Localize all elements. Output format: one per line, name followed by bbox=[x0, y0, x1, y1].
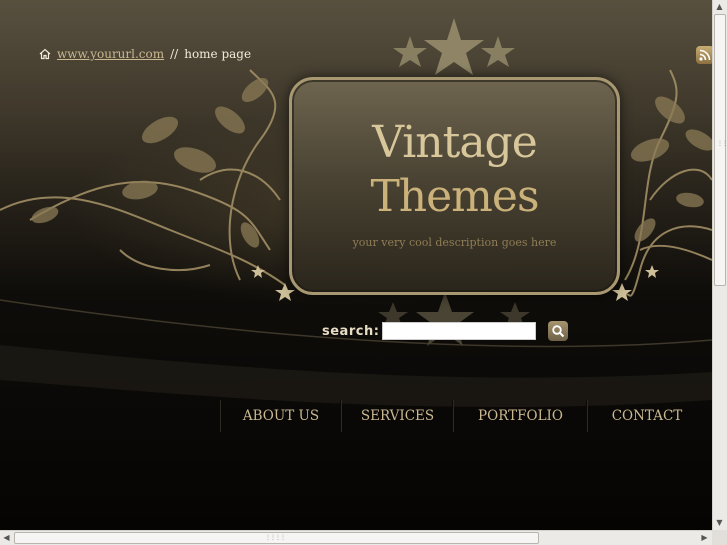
breadcrumb-current: home page bbox=[184, 47, 252, 61]
horizontal-scroll-thumb[interactable]: ⋮⋮⋮⋮ bbox=[14, 532, 539, 544]
site-title-line2: Themes bbox=[370, 171, 539, 222]
nav-contact[interactable]: CONTACT bbox=[587, 400, 706, 432]
home-icon[interactable] bbox=[39, 48, 51, 60]
site-tagline: your very cool description goes here bbox=[352, 236, 557, 249]
scroll-up-icon[interactable]: ▲ bbox=[713, 0, 726, 13]
grip-icon: ⋮⋮ bbox=[717, 140, 727, 147]
site-title-line1: Vintage bbox=[372, 117, 538, 168]
scroll-left-icon[interactable]: ◀ bbox=[0, 531, 13, 544]
search-input[interactable] bbox=[382, 322, 536, 340]
breadcrumb-separator: // bbox=[170, 47, 179, 61]
search-bar: search: bbox=[322, 321, 568, 341]
nav-portfolio[interactable]: PORTFOLIO bbox=[453, 400, 587, 432]
vertical-scrollbar[interactable]: ▲ ⋮⋮ ▼ bbox=[712, 0, 727, 530]
main-nav: ABOUT US SERVICES PORTFOLIO CONTACT bbox=[220, 400, 706, 432]
nav-services[interactable]: SERVICES bbox=[341, 400, 453, 432]
scroll-right-icon[interactable]: ▶ bbox=[698, 531, 711, 544]
logo-frame: Vintage Themes your very cool descriptio… bbox=[289, 77, 620, 295]
scroll-down-icon[interactable]: ▼ bbox=[713, 516, 726, 529]
nav-about-us[interactable]: ABOUT US bbox=[220, 400, 341, 432]
breadcrumb: www.yoururl.com // home page bbox=[39, 47, 251, 61]
stars-top bbox=[393, 18, 515, 75]
horizontal-scrollbar[interactable]: ◀ ⋮⋮⋮⋮ ▶ bbox=[0, 530, 712, 545]
search-label: search: bbox=[322, 323, 380, 339]
vertical-scroll-thumb[interactable]: ⋮⋮ bbox=[714, 14, 727, 286]
magnifier-icon bbox=[552, 325, 565, 338]
search-button[interactable] bbox=[548, 321, 568, 341]
grip-icon: ⋮⋮⋮⋮ bbox=[265, 534, 286, 541]
scrollbar-corner bbox=[712, 530, 727, 545]
breadcrumb-home-link[interactable]: www.yoururl.com bbox=[57, 47, 164, 61]
rss-icon[interactable] bbox=[696, 46, 712, 64]
page-canvas: www.yoururl.com // home page Vintage The… bbox=[0, 0, 712, 530]
